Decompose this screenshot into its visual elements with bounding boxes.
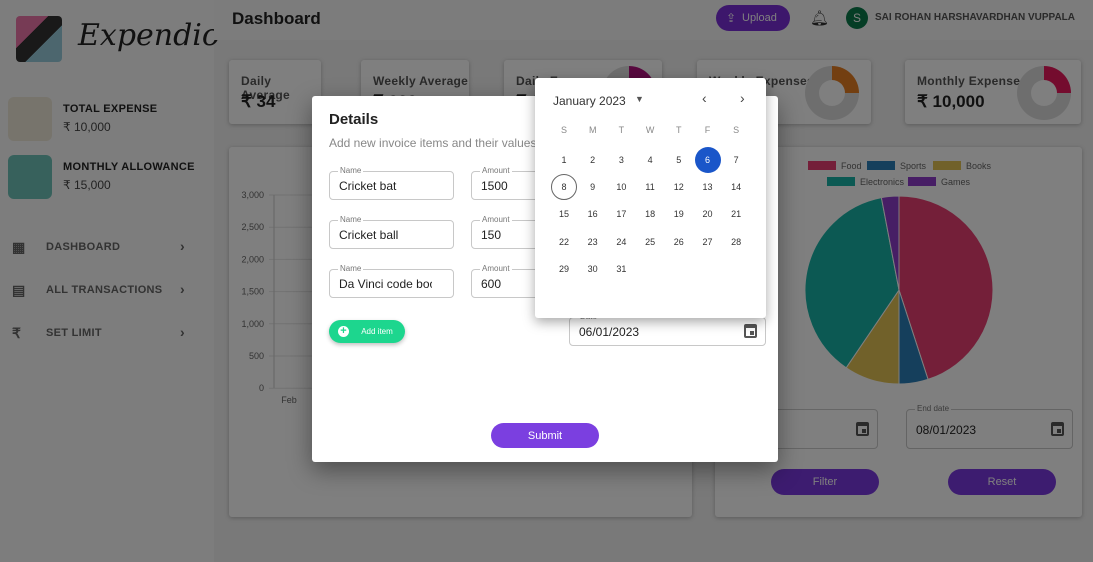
calendar-month-label[interactable]: January 2023 [553,94,626,108]
calendar-day[interactable]: 5 [666,147,692,173]
calendar-day[interactable]: 22 [551,229,577,255]
calendar-day[interactable]: 26 [666,229,692,255]
calendar-day[interactable]: 24 [608,229,634,255]
calendar-day[interactable]: 2 [580,147,606,173]
field-label: Name [338,166,364,175]
date-field[interactable]: Date [569,312,766,346]
add-item-label: Add item [361,327,393,336]
weekday-label: M [588,125,597,135]
calendar-day[interactable]: 11 [637,174,663,200]
calendar-day[interactable]: 3 [608,147,634,173]
calendar-day[interactable]: 17 [608,201,634,227]
weekday-label: T [676,125,682,135]
field-label: Amount [480,264,512,273]
weekday-label: F [704,125,711,135]
item-name-field[interactable]: Name Da Vinci code book [329,264,454,298]
plus-circle-icon: + [338,326,349,337]
calendar-day[interactable]: 10 [608,174,634,200]
calendar-day[interactable]: 15 [551,201,577,227]
weekday-label: S [733,125,740,135]
calendar-day[interactable]: 31 [608,256,634,282]
calendar-day[interactable]: 21 [723,201,749,227]
item-name-value[interactable]: Da Vinci code book [339,277,432,291]
dialog-title: Details [329,111,379,128]
calendar-day[interactable]: 4 [637,147,663,173]
calendar-day[interactable]: 19 [666,201,692,227]
add-item-button[interactable]: + Add item [329,320,405,343]
calendar-day[interactable]: 9 [580,174,606,200]
calendar-day[interactable]: 16 [580,201,606,227]
field-label: Amount [480,166,512,175]
calendar-day[interactable]: 28 [723,229,749,255]
calendar-day[interactable]: 13 [695,174,721,200]
calendar-day[interactable]: 18 [637,201,663,227]
date-input[interactable] [579,325,744,339]
calendar-day[interactable]: 23 [580,229,606,255]
calendar-day[interactable]: 8 [551,174,577,201]
calendar-day[interactable]: 14 [723,174,749,200]
calendar-day[interactable]: 7 [723,147,749,173]
date-picker-popup: January 2023 ▼ ‹ › S M T W T F S 1 2 3 4 5 6 7 8 9 10 11 1… [535,78,766,318]
calendar-day[interactable]: 29 [551,256,577,282]
dialog-subtitle: Add new invoice items and their values [329,136,537,150]
calendar-day[interactable]: 25 [637,229,663,255]
weekday-label: W [645,125,655,135]
weekday-label: T [618,125,625,135]
submit-button[interactable]: Submit [491,423,599,448]
field-label: Amount [480,215,512,224]
field-label: Name [338,215,364,224]
chevron-left-icon[interactable]: ‹ [702,90,707,106]
calendar-day[interactable]: 27 [695,229,721,255]
calendar-day[interactable]: 12 [666,174,692,200]
chevron-right-icon[interactable]: › [740,90,745,106]
calendar-day[interactable]: 1 [551,147,577,173]
calendar-day[interactable]: 30 [580,256,606,282]
item-name-value[interactable]: Cricket ball [339,228,432,242]
item-name-value[interactable]: Cricket bat [339,179,432,193]
caret-down-icon[interactable]: ▼ [635,94,644,104]
item-name-field[interactable]: Name Cricket ball [329,215,454,249]
calendar-day[interactable]: 6 [694,147,721,173]
calendar-icon[interactable] [744,324,757,338]
calendar-day[interactable]: 20 [695,201,721,227]
weekday-label: S [560,125,567,135]
item-name-field[interactable]: Name Cricket bat [329,166,454,200]
field-label: Name [338,264,364,273]
